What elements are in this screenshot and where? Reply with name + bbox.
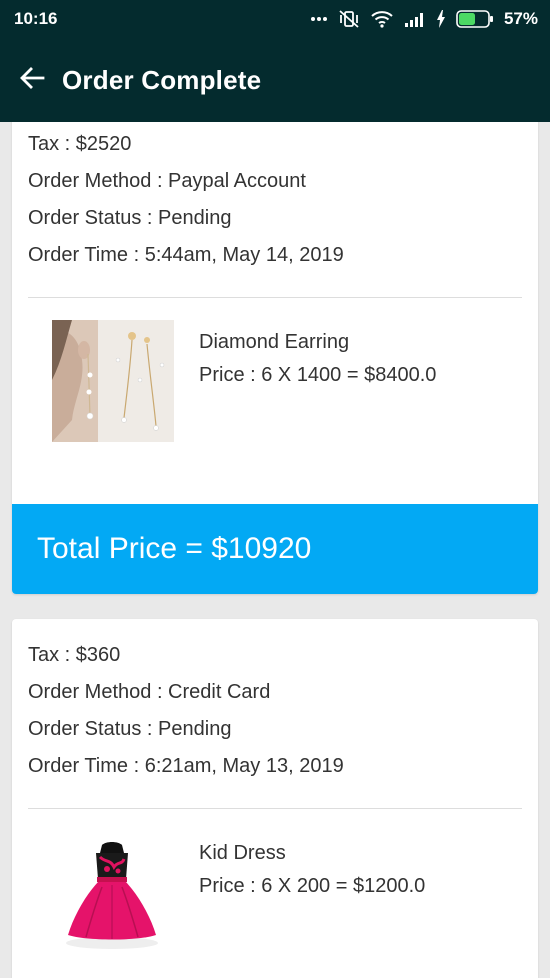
battery-percent: 57%: [503, 9, 538, 28]
status-icons: 57%: [310, 9, 538, 29]
more-dots-icon: [310, 16, 328, 22]
vibrate-off-icon: [338, 9, 360, 29]
item-name: Kid Dress: [199, 842, 286, 864]
back-button[interactable]: [16, 64, 48, 96]
item-details: Diamond Earring Price : 6 X 1400 = $8400…: [199, 320, 436, 442]
status-bar: 10:16 57%: [0, 0, 550, 38]
order-info: Tax : $2520 Order Method : Paypal Accoun…: [12, 122, 538, 280]
item-name: Diamond Earring: [199, 331, 350, 353]
signal-icon: [404, 11, 426, 27]
order-tax: Tax : $360: [28, 644, 121, 666]
orders-list[interactable]: Tax : $2520 Order Method : Paypal Accoun…: [0, 122, 550, 978]
app-bar: 10:16 57% Order Complete: [0, 0, 550, 122]
order-time: Order Time : 6:21am, May 13, 2019: [28, 755, 344, 777]
order-status: Order Status : Pending: [28, 207, 232, 229]
order-info: Tax : $360 Order Method : Credit Card Or…: [12, 619, 538, 791]
total-price: Total Price = $10920: [37, 532, 312, 565]
item-price: Price : 6 X 200 = $1200.0: [199, 875, 426, 897]
product-image-earring: [52, 320, 174, 442]
charging-icon: [436, 10, 446, 28]
battery-icon: [456, 10, 494, 28]
order-card: Tax : $2520 Order Method : Paypal Accoun…: [12, 122, 538, 594]
toolbar: Order Complete: [0, 38, 550, 122]
product-image-kid-dress: [52, 831, 174, 953]
page-title: Order Complete: [62, 64, 262, 95]
total-price-bar: Total Price = $10920: [12, 504, 538, 594]
wifi-icon: [370, 10, 394, 28]
status-time: 10:16: [14, 9, 58, 28]
order-time: Order Time : 5:44am, May 14, 2019: [28, 244, 344, 266]
order-method: Order Method : Paypal Account: [28, 170, 306, 192]
order-method: Order Method : Credit Card: [28, 681, 271, 703]
item-price: Price : 6 X 1400 = $8400.0: [199, 364, 437, 386]
order-tax: Tax : $2520: [28, 133, 132, 155]
item-details: Kid Dress Price : 6 X 200 = $1200.0: [199, 831, 425, 953]
order-card: Tax : $360 Order Method : Credit Card Or…: [12, 619, 538, 978]
order-item[interactable]: Kid Dress Price : 6 X 200 = $1200.0: [12, 809, 538, 953]
arrow-left-icon: [18, 64, 46, 97]
order-status: Order Status : Pending: [28, 718, 232, 740]
order-item[interactable]: Diamond Earring Price : 6 X 1400 = $8400…: [12, 298, 538, 442]
